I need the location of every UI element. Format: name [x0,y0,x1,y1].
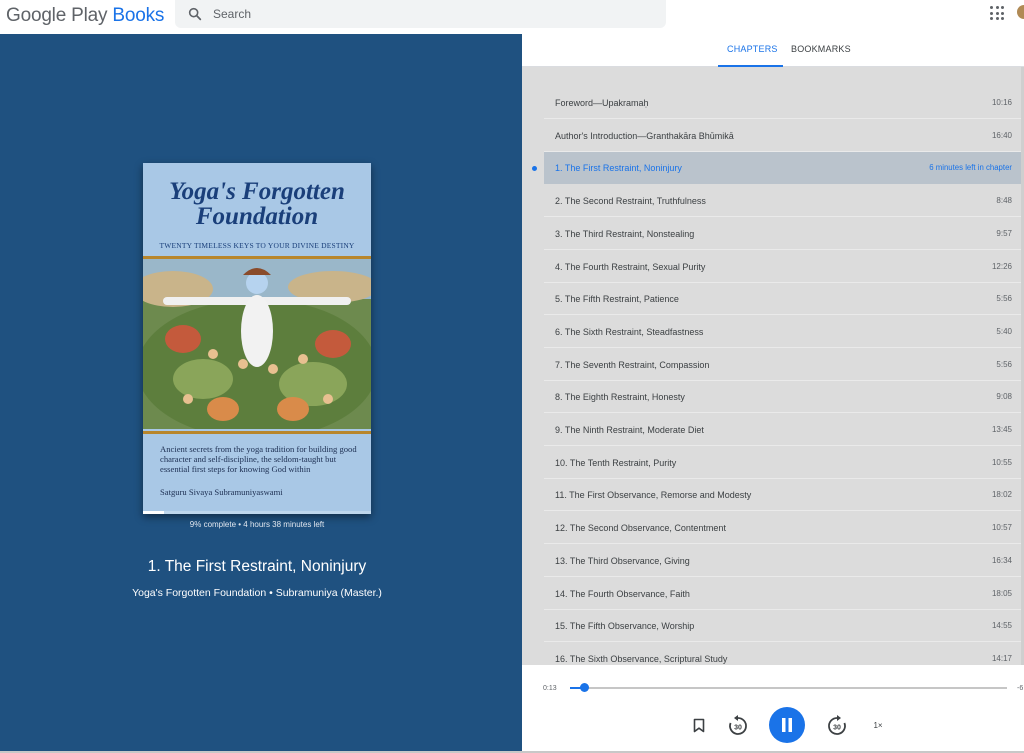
chapter-title: 13. The Third Observance, Giving [555,555,690,566]
chapter-duration: 13:45 [991,425,1012,434]
rewind-30-button[interactable]: 30 [725,713,751,739]
chapter-row[interactable]: 8. The Eighth Restraint, Honesty 9:08 [544,381,1022,414]
chapter-row[interactable]: 4. The Fourth Restraint, Sexual Purity 12… [544,251,1022,283]
remaining-time: -6 [1017,685,1024,692]
chapter-row[interactable]: 13. The Third Observance, Giving 16:34 [544,545,1022,577]
chapter-duration: 14:55 [991,621,1012,631]
chapter-title: 8. The Eighth Restraint, Honesty [555,392,685,403]
chapter-duration: 14:17 [991,653,1012,663]
chapter-title: Foreword—Upakramaḥ [555,98,649,108]
chapter-title: Author's Introduction—Granthakāra Bhūmik… [555,130,734,141]
chapter-title: 10. The Tenth Restraint, Purity [555,457,677,468]
chapter-title: 6. The Sixth Restraint, Steadfastness [555,326,704,337]
tab-bookmarks[interactable]: BOOKMARKS [791,44,851,54]
chapter-title: 5. The Fifth Restraint, Patience [555,294,679,305]
chapter-duration: 10:16 [991,98,1012,107]
reading-progress-text: 9% complete • 4 hours 38 minutes left [189,520,325,529]
chapter-title: 1. The First Restraint, Noninjury [555,163,682,174]
chapter-title: 11. The First Observance, Remorse and Mo… [555,490,752,501]
tab-chapters[interactable]: CHAPTERS [727,44,778,54]
chapter-title: 2. The Second Restraint, Truthfulness [555,196,706,207]
chapter-row[interactable]: 7. The Seventh Restraint, Compassion 5:56 [544,349,1022,381]
cover-illustration [143,259,371,429]
chapter-duration: 5:56 [996,359,1012,369]
search-input[interactable] [213,4,653,24]
cover-blurb: Ancient secrets from the yoga tradition … [160,444,357,474]
bookmark-icon [693,718,705,732]
chapter-title: 14. The Fourth Observance, Faith [555,588,690,599]
apps-grid-icon[interactable] [990,6,1004,20]
chapter-row[interactable]: 2. The Second Restraint, Truthfulness 8:4… [544,185,1022,218]
chapter-title: 9. The Ninth Restraint, Moderate Diet [555,425,704,435]
playback-speed-button[interactable]: 1× [866,717,890,733]
pause-icon [782,718,792,732]
chapter-title: 4. The Fourth Restraint, Sexual Purity [555,261,706,272]
cover-title: Yoga's Forgotten Foundation [169,178,345,230]
chapter-title: 7. The Seventh Restraint, Compassion [555,359,710,370]
seek-bar[interactable] [570,687,1007,689]
chapter-duration: 8:48 [996,196,1012,206]
chapter-row[interactable]: 14. The Fourth Observance, Faith 18:05 [544,578,1022,610]
chapter-row[interactable]: 10. The Tenth Restraint, Purity 10:55 [544,447,1022,479]
chapter-duration: 18:05 [991,588,1012,598]
chapter-duration: 12:26 [991,261,1012,271]
chapter-row[interactable]: 5. The Fifth Restraint, Patience 5:56 [544,283,1022,316]
current-chapter-title: 1. The First Restraint, Noninjury [147,558,367,575]
chapter-duration: 16:34 [991,555,1012,565]
logo-google-play: Google Play [6,5,108,26]
cover-subtitle: TWENTY TIMELESS KEYS TO YOUR DIVINE DEST… [159,241,355,250]
chapter-row[interactable]: Author's Introduction—Granthakāra Bhūmik… [544,120,1022,152]
chapter-duration: 6 minutes left in chapter [929,163,1012,173]
chapter-duration: 16:40 [991,130,1012,140]
chapter-title: 12. The Second Observance, Contentment [555,523,726,534]
chapter-row[interactable]: 15. The Fifth Observance, Worship 14:55 [544,610,1022,643]
audio-player-controls: 0:13 -6 30 30 1× [522,665,1024,751]
chapter-duration: 9:08 [996,392,1012,402]
chapter-duration: 5:56 [996,294,1012,304]
chapter-duration: 9:57 [996,228,1012,238]
chapter-duration: 18:02 [991,490,1012,500]
chapter-row[interactable]: 1. The First Restraint, Noninjury 6 minut… [544,152,1022,185]
bookmark-button[interactable] [689,715,709,735]
rewind-seconds-label: 30 [734,725,742,732]
chapter-title: 16. The Sixth Observance, Scriptural Stu… [555,653,728,664]
cover-author: Satguru Sivaya Subramuniyaswami [160,487,283,497]
forward-30-button[interactable]: 30 [824,713,850,739]
chapter-row[interactable]: 6. The Sixth Restraint, Steadfastness 5:4… [544,316,1022,348]
chapter-duration: 5:40 [996,326,1012,336]
chapter-list: Foreword—Upakramaḥ 10:16 Author's Introduc… [522,67,1024,665]
reading-progress-bar [143,511,371,514]
now-playing-panel: Yoga's Forgotten Foundation TWENTY TIMEL… [0,34,522,751]
book-cover: Yoga's Forgotten Foundation TWENTY TIMEL… [143,163,371,514]
forward-30-icon: 30 [828,715,846,735]
chapter-title: 3. The Third Restraint, Nonstealing [555,228,695,239]
chapter-row[interactable]: 9. The Ninth Restraint, Moderate Diet 13:… [544,414,1022,446]
avatar[interactable] [1017,5,1024,19]
forward-seconds-label: 30 [833,725,841,732]
search-icon [188,7,202,21]
seek-thumb[interactable] [580,683,589,692]
top-bar: Google Play Books [0,0,1024,34]
chapter-duration: 10:57 [991,523,1012,533]
replay-30-icon: 30 [729,715,747,735]
pause-button[interactable] [769,707,805,743]
chapters-panel: CHAPTERS BOOKMARKS Foreword—Upakramaḥ 10:… [522,34,1024,751]
chapter-row[interactable]: 3. The Third Restraint, Nonstealing 9:57 [544,218,1022,250]
logo-books: Books [112,5,165,26]
current-book-info: Yoga's Forgotten Foundation • Subramuniy… [132,587,382,599]
google-play-books-logo[interactable]: Google Play Books [6,5,164,27]
chapter-row[interactable]: 11. The First Observance, Remorse and Mo… [544,479,1022,512]
tab-bar: CHAPTERS BOOKMARKS [522,34,1024,67]
reading-progress-fill [143,511,164,514]
chapter-duration: 10:55 [991,457,1012,467]
chapter-row[interactable]: Foreword—Upakramaḥ 10:16 [544,87,1022,119]
chapter-row[interactable]: 12. The Second Observance, Contentment 10… [544,512,1022,545]
chapter-title: 15. The Fifth Observance, Worship [555,621,695,632]
search-bar[interactable] [175,0,666,28]
current-chapter-indicator [532,166,537,172]
chapter-row[interactable]: 16. The Sixth Observance, Scriptural Stu… [544,643,1022,665]
elapsed-time: 0:13 [543,685,557,692]
